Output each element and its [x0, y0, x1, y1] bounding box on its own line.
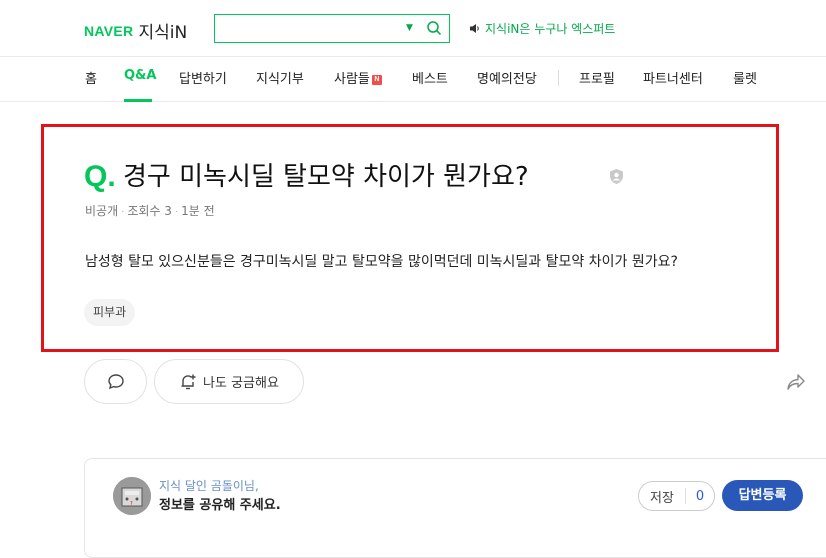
nav-donation[interactable]: 지식기부 [256, 68, 304, 87]
nav-people-label: 사람들 [334, 72, 370, 87]
naver-logo[interactable]: NAVER [84, 23, 133, 39]
nav-divider [558, 70, 559, 86]
answer-prompt-message: 정보를 공유해 주세요. [159, 498, 281, 513]
expert-notice[interactable]: 지식iN은 누구나 엑스퍼트 [469, 20, 615, 37]
bell-plus-icon [181, 374, 196, 389]
search-input[interactable] [221, 18, 401, 39]
save-button[interactable]: 저장 0 [638, 481, 715, 511]
save-label: 저장 [650, 490, 674, 506]
save-count: 0 [695, 488, 705, 504]
svg-text:?: ? [130, 501, 133, 507]
view-count: 조회수 3 [127, 204, 172, 218]
question-title: 경구 미녹시딜 탈모약 차이가 뭔가요? [123, 162, 529, 192]
me-too-curious-button[interactable]: 나도 궁금해요 [154, 359, 304, 404]
nav-partner-center[interactable]: 파트너센터 [643, 68, 703, 87]
shield-icon [610, 169, 623, 184]
nav-profile[interactable]: 프로필 [579, 68, 615, 87]
nav-home[interactable]: 홈 [85, 68, 97, 87]
author-name: 비공개 [85, 204, 119, 218]
answer-prompt-subtitle: 지식 달인 곰돌이님, [159, 479, 259, 493]
avatar-image: ? [113, 477, 151, 515]
nav-people[interactable]: 사람들 N [334, 68, 382, 87]
comment-icon [107, 373, 124, 389]
category-tag[interactable]: 피부과 [84, 299, 136, 326]
avatar: ? [113, 477, 151, 515]
nav-best[interactable]: 베스트 [412, 68, 448, 87]
search-box: ▼ [214, 14, 450, 43]
submit-answer-button[interactable]: 답변등록 [722, 480, 803, 511]
search-icon[interactable] [426, 20, 442, 36]
question-body: 남성형 탈모 있으신분들은 경구미녹시딜 말고 탈모약을 많이먹던데 미녹시딜과… [85, 254, 678, 270]
logo[interactable]: NAVER 지식iN [84, 18, 187, 44]
me-too-curious-label: 나도 궁금해요 [203, 376, 279, 391]
nav-qna[interactable]: Q&A [124, 68, 156, 83]
kin-logo[interactable]: 지식iN [138, 18, 187, 43]
nav-hall-of-fame[interactable]: 명예의전당 [477, 68, 537, 87]
speaker-icon [470, 24, 479, 33]
nav-roulette[interactable]: 룰렛 [733, 68, 757, 87]
expert-notice-text: 지식iN은 누구나 엑스퍼트 [485, 22, 616, 36]
comment-button[interactable] [84, 359, 147, 404]
post-time: 1분 전 [181, 204, 215, 218]
share-icon[interactable] [786, 373, 806, 391]
nav-answer[interactable]: 답변하기 [179, 68, 227, 87]
new-badge: N [371, 74, 382, 85]
active-tab-indicator [124, 99, 152, 102]
question-meta: 비공개 · 조회수 3 · 1분 전 [85, 204, 215, 218]
question-prefix: Q. [84, 160, 116, 193]
main-nav: 홈 Q&A 답변하기 지식기부 사람들 N 베스트 명예의전당 프로필 파트너센터… [0, 57, 826, 102]
top-bar: NAVER 지식iN ▼ 지식iN은 누구나 엑스퍼트 [0, 0, 826, 57]
chevron-down-icon[interactable]: ▼ [406, 23, 413, 33]
